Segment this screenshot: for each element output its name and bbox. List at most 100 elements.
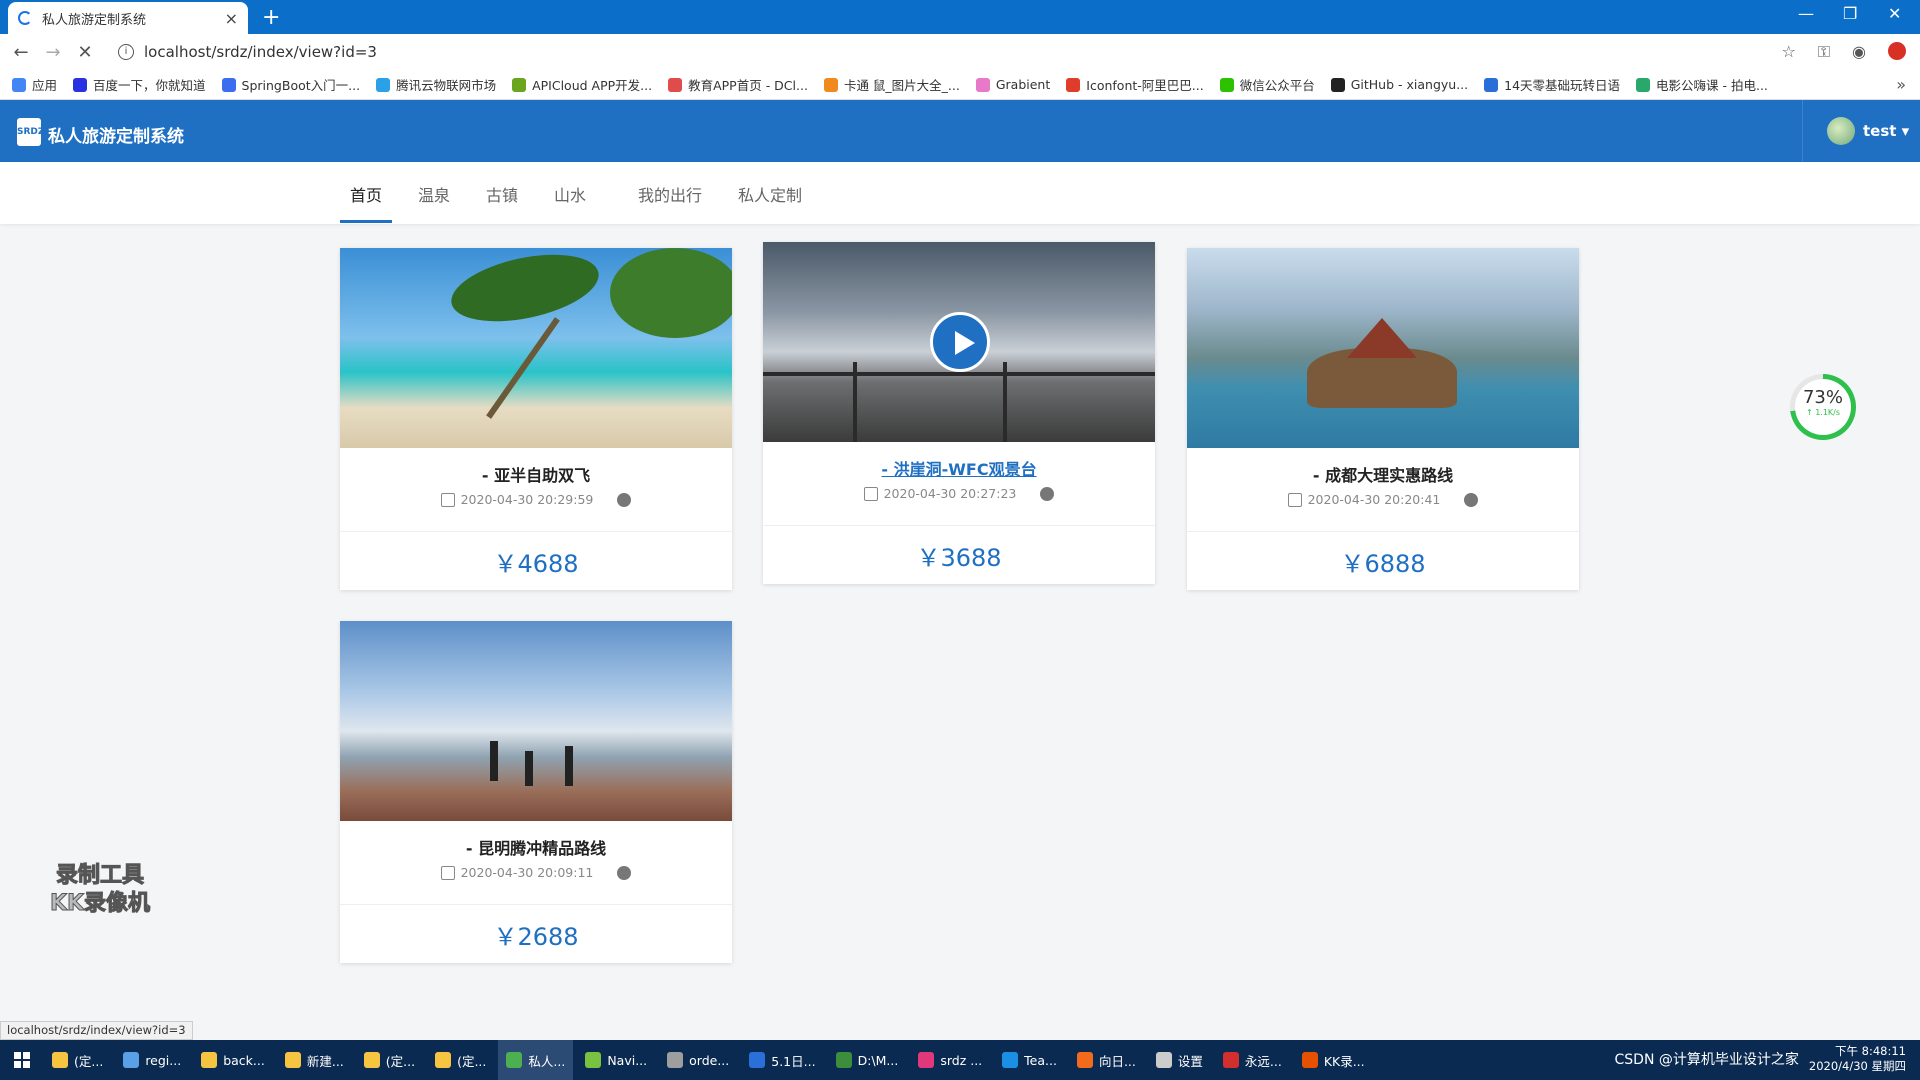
bookmark-icon bbox=[1219, 77, 1234, 92]
bookmark-item[interactable]: 电影公嗨课 - 拍电... bbox=[1636, 75, 1768, 94]
trip-price: ￥4688 bbox=[493, 549, 579, 578]
tab-landscape[interactable]: 山水 bbox=[554, 182, 586, 206]
taskbar-item[interactable]: KK录... bbox=[1294, 1040, 1373, 1080]
bookmark-item[interactable]: 教育APP首页 - DCl... bbox=[668, 75, 808, 94]
clock[interactable]: 下午 8:48:11 2020/4/30 星期四 bbox=[1809, 1044, 1906, 1074]
trip-card[interactable]: - 亚半自助双飞 2020-04-30 20:29:59 ￥4688 bbox=[340, 248, 732, 590]
bookmark-icon bbox=[512, 77, 527, 92]
taskbar-label: 私人... bbox=[528, 1053, 566, 1069]
tray-text: CSDN @计算机毕业设计之家 bbox=[1614, 1052, 1799, 1068]
taskbar-label: 永远... bbox=[1244, 1053, 1282, 1069]
network-speed-widget[interactable]: 73% ↑ 1.1K/s bbox=[1790, 374, 1856, 440]
taskbar-item[interactable]: Tea... bbox=[994, 1040, 1065, 1080]
app-icon bbox=[1301, 1052, 1318, 1068]
start-button[interactable] bbox=[0, 1040, 44, 1080]
app-icon bbox=[284, 1052, 301, 1068]
bookmark-item[interactable]: GitHub - xiangyu... bbox=[1330, 77, 1468, 92]
forward-icon[interactable]: → bbox=[42, 42, 64, 63]
progress-percent: 73% bbox=[1802, 387, 1843, 408]
user-menu[interactable]: test ▾ bbox=[1802, 100, 1920, 162]
tab-close-icon[interactable]: × bbox=[225, 9, 238, 28]
bookmark-item[interactable]: SpringBoot入门一... bbox=[221, 75, 361, 94]
taskbar-item[interactable]: Navi... bbox=[577, 1040, 655, 1080]
taskbar-item[interactable]: 永远... bbox=[1215, 1040, 1290, 1080]
profile-icon[interactable]: ◉ bbox=[1852, 42, 1866, 62]
bookmark-label: 电影公嗨课 - 拍电... bbox=[1656, 78, 1768, 93]
tab-ancient-town[interactable]: 古镇 bbox=[486, 182, 518, 206]
minimize-icon[interactable]: — bbox=[1798, 4, 1814, 23]
bookmark-item[interactable]: 应用 bbox=[12, 75, 57, 94]
trip-card[interactable]: - 昆明腾冲精品路线 2020-04-30 20:09:11 ￥2688 bbox=[340, 621, 732, 963]
trip-title[interactable]: - 昆明腾冲精品路线 bbox=[340, 835, 732, 859]
tab-private-custom[interactable]: 私人定制 bbox=[738, 182, 802, 206]
trip-card[interactable]: - 成都大理实惠路线 2020-04-30 20:20:41 ￥6888 bbox=[1187, 248, 1579, 590]
play-video-icon[interactable] bbox=[930, 312, 990, 372]
browser-tab[interactable]: 私人旅游定制系统 × bbox=[8, 2, 248, 34]
taskbar-item[interactable]: 设置 bbox=[1148, 1040, 1211, 1080]
recorder-watermark: 录制工具 KK录像机 bbox=[49, 863, 151, 917]
key-icon[interactable]: ⚿ bbox=[1818, 42, 1830, 62]
taskbar-label: Navi... bbox=[607, 1052, 648, 1068]
taskbar-label: orde... bbox=[689, 1052, 730, 1068]
trip-title[interactable]: - 亚半自助双飞 bbox=[340, 462, 732, 486]
taskbar-item[interactable]: D:\M... bbox=[828, 1040, 907, 1080]
url-field[interactable]: i localhost/srdz/index/view?id=3 bbox=[110, 38, 1800, 66]
new-tab-icon[interactable]: + bbox=[262, 5, 280, 30]
taskbar-label: Tea... bbox=[1024, 1052, 1057, 1068]
app-icon bbox=[749, 1052, 766, 1068]
extension-icon[interactable] bbox=[1888, 42, 1906, 60]
bookmark-label: SpringBoot入门一... bbox=[241, 78, 361, 93]
tab-title: 私人旅游定制系统 bbox=[42, 12, 147, 28]
taskbar-item[interactable]: 私人... bbox=[498, 1040, 574, 1080]
app-icon bbox=[585, 1052, 602, 1068]
taskbar-item[interactable]: 向日... bbox=[1069, 1040, 1144, 1080]
stop-icon[interactable]: ✕ bbox=[74, 42, 96, 63]
url-text: localhost/srdz/index/view?id=3 bbox=[144, 43, 377, 61]
bookmark-item[interactable]: Iconfont-阿里巴巴... bbox=[1066, 75, 1204, 94]
timer-icon bbox=[1464, 492, 1479, 507]
trip-image-beach[interactable] bbox=[340, 248, 732, 448]
taskbar-item[interactable]: srdz ... bbox=[910, 1040, 990, 1080]
bookmark-item[interactable]: 腾讯云物联网市场 bbox=[376, 75, 496, 94]
app-icon bbox=[52, 1052, 68, 1068]
site-info-icon[interactable]: i bbox=[118, 44, 134, 60]
tab-my-trips[interactable]: 我的出行 bbox=[638, 182, 702, 206]
taskbar-item[interactable]: (定... bbox=[356, 1040, 423, 1080]
bookmark-icon bbox=[975, 77, 990, 92]
bookmark-item[interactable]: 微信公众平台 bbox=[1219, 75, 1315, 94]
taskbar-label: (定... bbox=[385, 1053, 416, 1069]
bookmark-item[interactable]: APICloud APP开发... bbox=[512, 75, 652, 94]
bookmarks-more-icon[interactable]: » bbox=[1896, 75, 1906, 94]
taskbar-item[interactable]: regi... bbox=[115, 1040, 189, 1080]
taskbar-label: D:\M... bbox=[857, 1052, 899, 1068]
taskbar-label: srdz ... bbox=[940, 1052, 983, 1068]
trip-image-kunming[interactable] bbox=[340, 621, 732, 821]
restore-icon[interactable]: ❐ bbox=[1843, 4, 1857, 23]
trip-title[interactable]: - 成都大理实惠路线 bbox=[1187, 462, 1579, 486]
back-icon[interactable]: ← bbox=[10, 42, 32, 63]
trip-image-dali[interactable] bbox=[1187, 248, 1579, 448]
bookmark-item[interactable]: Grabient bbox=[975, 77, 1050, 92]
bookmark-item[interactable]: 百度一下，你就知道 bbox=[73, 75, 206, 94]
bookmark-icon bbox=[1330, 77, 1345, 92]
app-icon bbox=[123, 1052, 140, 1068]
taskbar-item[interactable]: 新建... bbox=[277, 1040, 352, 1080]
bookmarks-bar: 应用 百度一下，你就知道 SpringBoot入门一... 腾讯云物联网市场 APICl… bbox=[0, 70, 1920, 100]
upload-speed: ↑ 1.1K/s bbox=[1805, 408, 1841, 417]
taskbar-item[interactable]: orde... bbox=[659, 1040, 737, 1080]
tab-home[interactable]: 首页 bbox=[350, 182, 382, 206]
bookmark-star-icon[interactable]: ☆ bbox=[1782, 42, 1796, 62]
taskbar-item[interactable]: back... bbox=[193, 1040, 273, 1080]
trip-title[interactable]: - 洪崖洞-WFC观景台 bbox=[763, 456, 1155, 480]
trip-image-wfc[interactable] bbox=[763, 242, 1155, 442]
taskbar-item[interactable]: 5.1日... bbox=[741, 1040, 823, 1080]
username: test ▾ bbox=[1863, 122, 1910, 140]
trip-card[interactable]: - 洪崖洞-WFC观景台 2020-04-30 20:27:23 ￥3688 bbox=[763, 242, 1155, 584]
taskbar-item[interactable]: (定... bbox=[427, 1040, 494, 1080]
close-window-icon[interactable]: ✕ bbox=[1888, 4, 1901, 23]
bookmark-item[interactable]: 卡通 鼠_图片大全_... bbox=[823, 75, 960, 94]
bookmark-item[interactable]: 14天零基础玩转日语 bbox=[1484, 75, 1620, 94]
bookmark-icon bbox=[1066, 77, 1081, 92]
tab-hot-spring[interactable]: 温泉 bbox=[418, 182, 450, 206]
taskbar-item[interactable]: (定... bbox=[44, 1040, 111, 1080]
